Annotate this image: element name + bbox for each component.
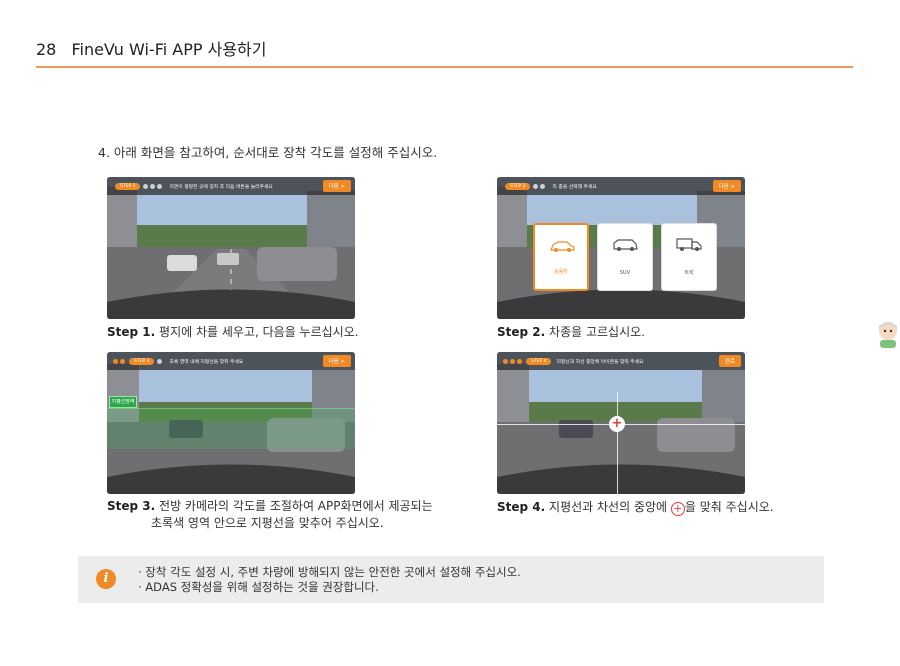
step2-topbar: STEP 2 차 종을 선택해 주세요 다음 > xyxy=(497,177,745,195)
step-label: Step 2. xyxy=(497,325,546,339)
step-dots xyxy=(157,358,164,364)
info-icon: i xyxy=(96,569,116,589)
truck-icon xyxy=(676,238,702,251)
note-line: · ADAS 정확성을 위해 설정하는 것을 권장합니다. xyxy=(138,580,379,594)
step1-screenshot: STEP 1 지면이 평평한 곳에 정차 후 다음 버튼을 눌러주세요 다음 > xyxy=(107,177,355,319)
vehicle-option-truck[interactable]: 트럭 xyxy=(661,223,717,291)
step1-caption: Step 1. 평지에 차를 세우고, 다음을 누르십시오. xyxy=(107,323,359,340)
horizon-zone xyxy=(107,408,355,449)
step2-screenshot: STEP 2 차 종을 선택해 주세요 다음 > 승용차 SUV 트럭 xyxy=(497,177,745,319)
next-button[interactable]: 다음 > xyxy=(322,355,351,367)
vehicle-label: 승용차 xyxy=(554,269,568,275)
step3-bar-text: 초록 영역 내에 지평선을 맞춰 주세요 xyxy=(169,359,244,365)
target-plus-icon[interactable]: + xyxy=(609,416,625,432)
instruction-text: 4. 아래 화면을 참고하여, 순서대로 장착 각도를 설정해 주십시오. xyxy=(98,145,438,160)
vehicle-label: 트럭 xyxy=(684,270,694,276)
caption-text: 차종을 고르십시오. xyxy=(549,325,645,339)
step-pill: STEP 1 xyxy=(115,182,141,190)
step-pill: STEP 4 xyxy=(526,357,552,365)
page-title: FineVu Wi-Fi APP 사용하기 xyxy=(71,40,267,59)
step-label: Step 1. xyxy=(107,325,156,339)
header-divider xyxy=(36,66,853,68)
step4-topbar: STEP 4 지평선과 차선 중앙에 아이콘을 맞춰 주세요 완료 xyxy=(497,352,745,370)
suv-icon xyxy=(613,239,638,251)
step-dots xyxy=(503,358,524,364)
mascot-icon xyxy=(879,322,897,348)
step-dots xyxy=(533,183,547,189)
horizon-zone-label: 지평선영역 xyxy=(109,396,137,408)
step1-topbar: STEP 1 지면이 평평한 곳에 정차 후 다음 버튼을 눌러주세요 다음 > xyxy=(107,177,355,195)
step2-caption: Step 2. 차종을 고르십시오. xyxy=(497,323,645,340)
step-label: Step 4. xyxy=(497,500,546,514)
step-dots xyxy=(113,358,127,364)
step3-topbar: STEP 3 초록 영역 내에 지평선을 맞춰 주세요 다음 > xyxy=(107,352,355,370)
sedan-icon xyxy=(550,241,575,252)
page-number: 28 xyxy=(36,40,57,59)
step-pill: STEP 2 xyxy=(505,182,531,190)
road-scene xyxy=(107,177,355,319)
step3-screenshot: 지평선영역 STEP 3 초록 영역 내에 지평선을 맞춰 주세요 다음 > xyxy=(107,352,355,494)
step1-bar-text: 지면이 평평한 곳에 정차 후 다음 버튼을 눌러주세요 xyxy=(169,184,273,190)
step4-bar-text: 지평선과 차선 중앙에 아이콘을 맞춰 주세요 xyxy=(556,359,644,365)
next-button[interactable]: 다음 > xyxy=(712,180,741,192)
step-pill: STEP 3 xyxy=(129,357,155,365)
done-button[interactable]: 완료 xyxy=(718,355,741,367)
note-line: · 장착 각도 설정 시, 주변 차량에 방해되지 않는 안전한 곳에서 설정해… xyxy=(138,565,521,579)
step-dots xyxy=(143,183,164,189)
plus-target-icon: + xyxy=(670,502,685,516)
step-label: Step 3. xyxy=(107,499,156,513)
lane-center-guide xyxy=(617,392,618,494)
caption-text: 지평선과 차선의 중앙에 xyxy=(549,500,668,514)
vehicle-option-sedan[interactable]: 승용차 xyxy=(533,223,589,291)
vehicle-label: SUV xyxy=(619,270,631,276)
note-box: i · 장착 각도 설정 시, 주변 차량에 방해되지 않는 안전한 곳에서 설… xyxy=(78,556,824,603)
note-lines: · 장착 각도 설정 시, 주변 차량에 방해되지 않는 안전한 곳에서 설정해… xyxy=(138,565,521,595)
step2-bar-text: 차 종을 선택해 주세요 xyxy=(552,184,597,190)
step3-caption: Step 3. 전방 카메라의 각도를 조절하여 APP화면에서 제공되는 초록… xyxy=(107,498,433,532)
step4-screenshot: + STEP 4 지평선과 차선 중앙에 아이콘을 맞춰 주세요 완료 xyxy=(497,352,745,494)
vehicle-option-suv[interactable]: SUV xyxy=(597,223,653,291)
caption-text-line2: 초록색 영역 안으로 지평선을 맞추어 주십시오. xyxy=(151,516,384,530)
next-button[interactable]: 다음 > xyxy=(322,180,351,192)
caption-text-after: 을 맞춰 주십시오. xyxy=(684,500,774,514)
caption-text: 평지에 차를 세우고, 다음을 누르십시오. xyxy=(159,325,359,339)
step4-caption: Step 4. 지평선과 차선의 중앙에 + 을 맞춰 주십시오. xyxy=(497,498,774,516)
caption-text: 전방 카메라의 각도를 조절하여 APP화면에서 제공되는 xyxy=(159,499,433,513)
vehicle-options: 승용차 SUV 트럭 xyxy=(533,223,725,291)
page-header: 28 FineVu Wi-Fi APP 사용하기 xyxy=(36,36,266,60)
